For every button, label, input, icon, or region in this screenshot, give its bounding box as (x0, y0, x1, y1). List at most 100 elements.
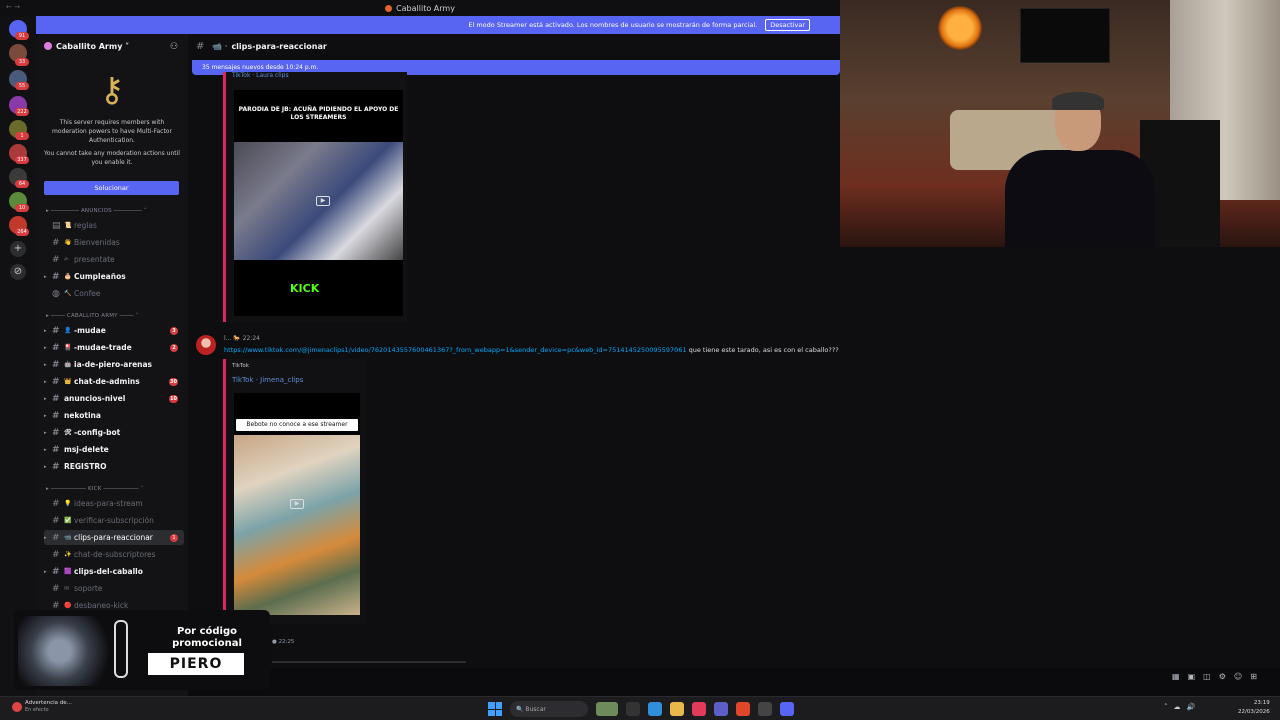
webcam-overlay (840, 0, 1280, 247)
emoji-icon: 🛠 (64, 429, 72, 436)
channel-ideas[interactable]: # 💡 ideas-para-stream (44, 496, 184, 511)
channel-header: # 📹 · clips-para-reaccionar (188, 34, 840, 58)
streamer-mode-text: El modo Streamer está activado. Los nomb… (468, 21, 758, 29)
channel-mudae-trade[interactable]: ▸ # 🎴 -mudae-trade 2 (44, 340, 184, 355)
badge: 64 (15, 180, 29, 188)
network-icon[interactable]: ☁ (1174, 703, 1181, 711)
warning-icon (12, 702, 22, 712)
badge: 91 (15, 32, 29, 40)
settings-icon[interactable]: ⚙ (1219, 672, 1226, 681)
video-frame (234, 435, 360, 615)
category-anuncios[interactable]: ▸ ──────── ANUNCIOS ──────── ˅ (46, 208, 147, 214)
channel-label: Bienvenidas (74, 238, 120, 247)
channel-ia[interactable]: ▸ # 🤖 ia-de-piero-arenas (44, 357, 184, 372)
channel-anuncios-nivel[interactable]: ▸ # anuncios-nivel 10 (44, 391, 184, 406)
channel-label: ia-de-piero-arenas (74, 360, 153, 369)
channel-config-bot[interactable]: ▸ # 🛠 -config-bot (44, 425, 184, 440)
avatar[interactable] (196, 335, 216, 355)
camera-icon: 📹 · (212, 41, 228, 51)
hash-icon: # (52, 427, 60, 438)
embed-source[interactable]: TikTok · Laura clips (232, 72, 289, 79)
channel-registro[interactable]: ▸ # REGISTRO (44, 459, 184, 474)
embed-author[interactable]: TikTok · Jimena_clips (232, 376, 303, 384)
channel-label: presentate (74, 255, 115, 264)
channel-verificar[interactable]: # ✅ verificar-subscripción (44, 513, 184, 528)
mention-count: 1 (170, 533, 178, 542)
video-thumbnail[interactable]: PARODIA DE JB: ACUÑA PIDIENDO EL APOYO D… (234, 90, 403, 316)
apps-icon[interactable]: ▦ (1172, 672, 1180, 681)
taskbar-warning[interactable]: Advertencia de... En efecto (12, 700, 72, 714)
category-kick[interactable]: ▸ ────────── KICK ────────── ˅ (46, 486, 143, 492)
hash-icon: # (52, 498, 60, 509)
task-view-icon[interactable] (626, 702, 640, 716)
volume-icon[interactable]: 🔊 (1187, 703, 1196, 711)
channel-clips-caballo[interactable]: ▸ # 🟪 clips-del-caballo (44, 564, 184, 579)
channel-label: -config-bot (74, 428, 121, 437)
nav-arrows-icon[interactable]: ← → (6, 3, 20, 11)
channel-chat-subs[interactable]: # ✨ chat-de-subscriptores (44, 547, 184, 562)
clock[interactable]: 23:19 22/03/2026 (1238, 699, 1270, 717)
channel-mudae[interactable]: ▸ # 👤 -mudae 3 (44, 323, 184, 338)
horse-logo (938, 6, 982, 50)
video-caption: PARODIA DE JB: ACUÑA PIDIENDO EL APOYO D… (238, 106, 399, 121)
channel-clips[interactable]: ▸ # 📹 clips-para-reaccionar 1 (44, 530, 184, 545)
channel-label: clips-del-caballo (74, 567, 143, 576)
warning-title: Advertencia de... (25, 700, 72, 706)
video-thumbnail[interactable]: Bebote no conoce a ese streamer ▶ (234, 393, 360, 615)
channel-title: clips-para-reaccionar (231, 41, 327, 51)
teams-icon[interactable] (714, 702, 728, 716)
message-time: 22:24 (242, 335, 260, 342)
gif-icon[interactable]: ▣ (1188, 672, 1196, 681)
discover-icon[interactable]: ⊘ (10, 264, 26, 280)
add-user-icon[interactable]: ⚇ (170, 42, 178, 52)
channel-msj-delete[interactable]: ▸ # msj-delete (44, 442, 184, 457)
channel-chat-admins[interactable]: ▸ # 👑 chat-de-admins 30 (44, 374, 184, 389)
date: 22/03/2026 (1238, 709, 1270, 715)
hash-icon: # (52, 410, 60, 421)
sticker-icon[interactable]: ◫ (1203, 672, 1211, 681)
channel-label: msj-delete (64, 445, 109, 454)
weather-icon[interactable] (596, 702, 618, 716)
hash-icon: # (52, 254, 60, 265)
search-label: Buscar (525, 705, 546, 713)
discord-icon[interactable] (780, 702, 794, 716)
mention-count: 30 (169, 377, 178, 386)
edge-icon[interactable] (648, 702, 662, 716)
mfa-subtext: You cannot take any moderation actions u… (44, 150, 180, 166)
cap (1052, 92, 1104, 110)
mention-count: 2 (170, 343, 178, 352)
server-header[interactable]: Caballito Army ˅ ⚇ (36, 34, 188, 58)
disable-streamer-button[interactable]: Desactivar (765, 19, 810, 31)
hash-icon: # (52, 444, 60, 455)
play-icon[interactable]: ▶ (290, 499, 304, 509)
folder-icon[interactable] (670, 702, 684, 716)
channel-label: REGISTRO (64, 462, 107, 471)
mention-count: 3 (170, 326, 178, 335)
text-channel-icon: ▤ (52, 220, 61, 231)
message-input[interactable] (272, 661, 466, 663)
category-army[interactable]: ▸ ──── CABALLITO ARMY ──── ˅ (46, 313, 139, 319)
channel-confee[interactable]: ◍ 🔨 Confee (44, 286, 184, 301)
channel-presentate[interactable]: # ✍ presentate (44, 252, 184, 267)
channel-bienvenidas[interactable]: # 👋 Bienvenidas (44, 235, 184, 250)
warning-sub: En efecto (25, 707, 49, 713)
obs-icon[interactable] (758, 702, 772, 716)
app-icon[interactable] (692, 702, 706, 716)
channel-reglas[interactable]: ▤ 📜 reglas (44, 218, 184, 233)
channel-cumpleanos[interactable]: ▸ # 🎂 Cumpleaños (44, 269, 184, 284)
emoji-picker-icon[interactable]: ☺ (1234, 672, 1242, 681)
windows-start-icon[interactable] (488, 702, 502, 716)
channel-nekotina[interactable]: ▸ # nekotina (44, 408, 184, 423)
hash-icon: # (52, 393, 60, 404)
grid-icon[interactable]: ⊞ (1250, 672, 1257, 681)
taskbar-search[interactable]: 🔍 Buscar (510, 701, 588, 717)
hash-icon: # (52, 325, 60, 336)
hash-icon: # (52, 342, 60, 353)
brave-icon[interactable] (736, 702, 750, 716)
message-link[interactable]: https://www.tiktok.com/@jimenaclips1/vid… (224, 346, 687, 354)
fix-mfa-button[interactable]: Solucionar (44, 181, 179, 195)
chevron-up-icon[interactable]: ˄ (1164, 703, 1168, 711)
channel-soporte[interactable]: # ✉ soporte (44, 581, 184, 596)
add-server-icon[interactable]: + (10, 241, 26, 257)
play-icon[interactable]: ▶ (316, 196, 330, 206)
